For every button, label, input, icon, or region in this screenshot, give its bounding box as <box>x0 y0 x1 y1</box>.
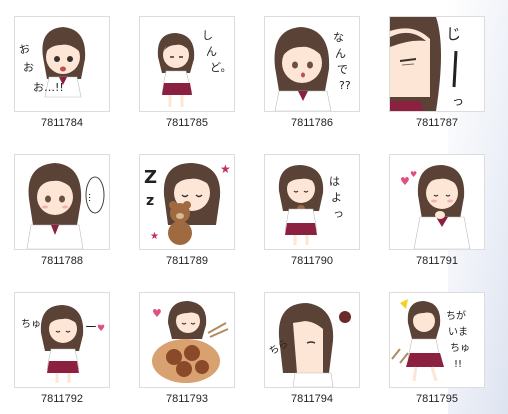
svg-text:ん: ん <box>335 47 346 60</box>
svg-text:いま: いま <box>448 326 468 338</box>
sticker-thumbnail[interactable]: ちら <box>264 292 360 388</box>
sticker-thumbnail[interactable]: ちゅ ー ♥ <box>14 292 110 388</box>
svg-text:♥: ♥ <box>152 307 162 320</box>
sticker-thumbnail[interactable]: ♥ ♥ <box>389 154 485 250</box>
sticker-id-label: 7811787 <box>415 117 458 129</box>
svg-text:な: な <box>333 31 344 44</box>
svg-text:★: ★ <box>150 231 159 242</box>
sticker-thumbnail[interactable]: は よ っ <box>264 154 360 250</box>
svg-text:??: ?? <box>339 79 351 92</box>
svg-text:ど。: ど。 <box>210 61 231 74</box>
svg-text:よ: よ <box>331 191 342 204</box>
sticker-thumbnail[interactable]: お お お…!! <box>14 16 110 112</box>
sticker-id-label: 7811790 <box>290 255 333 267</box>
sticker-tile[interactable]: Z z ★ ★ 7811789 <box>139 154 239 274</box>
sticker-thumbnail[interactable]: ちが いま ちゅ !! <box>389 292 485 388</box>
sticker-thumbnail[interactable]: し ん ど。 <box>139 16 235 112</box>
svg-text:っ: っ <box>452 94 464 108</box>
sticker-tile[interactable]: な ん で ?? 7811786 <box>264 16 364 136</box>
svg-text:♥: ♥ <box>97 324 105 334</box>
svg-text:ちが: ちが <box>446 309 466 322</box>
sticker-id-label: 7811793 <box>165 393 208 405</box>
svg-text:お: お <box>23 61 34 74</box>
sticker-thumbnail[interactable]: Z z ★ ★ <box>139 154 235 250</box>
sticker-thumbnail[interactable]: ♥ <box>139 292 235 388</box>
sticker-id-label: 7811792 <box>40 393 83 405</box>
sticker-thumbnail[interactable]: な ん で ?? <box>264 16 360 112</box>
sticker-tile[interactable]: し ん ど。 7811785 <box>139 16 239 136</box>
sticker-id-label: 7811794 <box>290 393 333 405</box>
svg-text:で: で <box>337 63 348 76</box>
sticker-grid: お お お…!! 7811784 し ん ど。 7811785 な ん で ??… <box>0 0 508 414</box>
sticker-tile[interactable]: ちが いま ちゅ !! 7811795 <box>389 292 489 412</box>
svg-text:!!: !! <box>454 359 462 370</box>
svg-text:っ: っ <box>333 207 344 220</box>
svg-text:ー: ー <box>85 320 97 334</box>
sticker-thumbnail[interactable]: じ っ <box>389 16 485 112</box>
sticker-id-label: 7811795 <box>415 393 458 405</box>
svg-text:ん: ん <box>206 45 217 58</box>
svg-text:し: し <box>202 29 213 42</box>
svg-text:Z: Z <box>144 167 157 188</box>
sticker-tile[interactable]: ちら 7811794 <box>264 292 364 412</box>
sticker-id-label: 7811788 <box>40 255 83 267</box>
svg-text:★: ★ <box>220 162 231 176</box>
sticker-id-label: 7811789 <box>165 255 208 267</box>
sticker-tile[interactable]: ♥ 7811793 <box>139 292 239 412</box>
svg-text:じ: じ <box>446 25 461 43</box>
sticker-id-label: 7811785 <box>165 117 208 129</box>
sticker-tile[interactable]: は よ っ 7811790 <box>264 154 364 274</box>
svg-text:z: z <box>146 193 154 209</box>
svg-text:ちゅ: ちゅ <box>450 342 470 354</box>
svg-text:♥: ♥ <box>410 170 417 179</box>
sticker-tile[interactable]: ちゅ ー ♥ 7811792 <box>14 292 114 412</box>
sticker-tile[interactable]: お お お…!! 7811784 <box>14 16 114 136</box>
sticker-id-label: 7811786 <box>290 117 333 129</box>
svg-text:ちゅ: ちゅ <box>21 318 41 330</box>
sticker-thumbnail[interactable]: … <box>14 154 110 250</box>
sticker-tile[interactable]: … 7811788 <box>14 154 114 274</box>
svg-text:は: は <box>329 175 340 188</box>
sticker-id-label: 7811791 <box>415 255 458 267</box>
svg-text:お…!!: お…!! <box>33 81 64 94</box>
svg-text:♥: ♥ <box>400 175 410 188</box>
sticker-id-label: 7811784 <box>40 117 83 129</box>
sticker-tile[interactable]: じ っ 7811787 <box>389 16 489 136</box>
sticker-tile[interactable]: ♥ ♥ 7811791 <box>389 154 489 274</box>
svg-text:お: お <box>18 42 32 57</box>
svg-text:…: … <box>86 193 96 202</box>
